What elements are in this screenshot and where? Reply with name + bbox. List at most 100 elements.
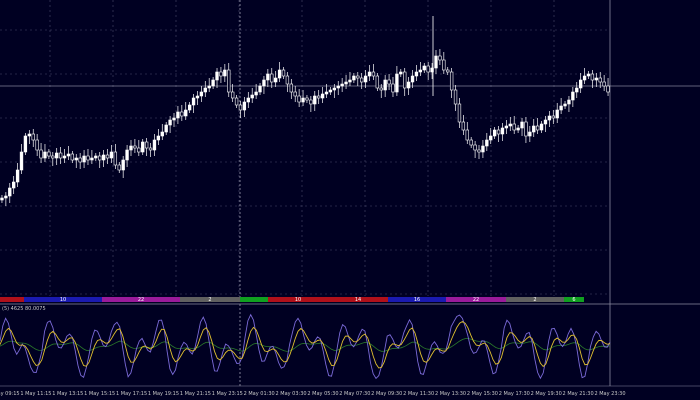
candle-body — [141, 141, 145, 153]
candle-body — [403, 71, 407, 89]
session-segment-label: 2 — [208, 297, 211, 303]
candle-body — [270, 73, 274, 83]
candle-body — [461, 121, 466, 131]
candle-body — [481, 145, 485, 153]
x-tick-label: 1 May 15:15 — [84, 391, 115, 397]
candle-body — [508, 123, 512, 127]
candle-body — [356, 75, 360, 79]
x-tick-label: 2 May 23:30 — [594, 391, 625, 397]
candle-body — [489, 135, 493, 141]
candle-body — [266, 73, 270, 81]
candle-body — [274, 77, 278, 83]
candle-body — [465, 129, 469, 141]
candle-body — [602, 81, 606, 87]
candle-body — [363, 75, 368, 83]
candle-body — [23, 135, 28, 153]
chart-svg: 102221014162226(5) 4625 80.00751 May 09:… — [0, 0, 700, 397]
candle-body — [187, 104, 192, 111]
candle-body — [234, 97, 239, 106]
candle-body — [512, 123, 516, 131]
x-tick-label: 1 May 23:15 — [212, 391, 243, 397]
candle-body — [446, 69, 450, 73]
candle-body — [418, 69, 423, 73]
session-segment-label: 2 — [533, 297, 536, 303]
candle-body — [383, 79, 387, 91]
candle-body — [539, 123, 544, 131]
candle-body — [309, 99, 313, 105]
candle-body — [535, 125, 540, 131]
candle-body — [305, 97, 309, 101]
session-segment-label: 6 — [572, 297, 575, 303]
candle-body — [340, 83, 344, 87]
candle-body — [532, 125, 536, 133]
session-segment-label: 22 — [138, 297, 144, 303]
candle-body — [332, 87, 336, 91]
session-segment-label: 10 — [60, 297, 66, 303]
candle-body — [242, 101, 247, 111]
candle-body — [55, 152, 59, 159]
candle-body — [109, 151, 114, 159]
candle-body — [250, 94, 254, 99]
candle-body — [371, 71, 376, 77]
candle-body — [35, 139, 39, 151]
candle-body — [473, 144, 477, 151]
candle-body — [164, 124, 168, 133]
candle-body — [543, 119, 548, 125]
x-tick-label: 1 May 13:15 — [52, 391, 83, 397]
session-segment-label: 14 — [355, 297, 361, 303]
candle-body — [43, 151, 47, 159]
candle-body — [191, 97, 196, 106]
session-segment — [240, 297, 268, 302]
candle-body — [176, 111, 180, 119]
x-tick-label: 2 May 19:30 — [531, 391, 562, 397]
candle-body — [203, 87, 207, 93]
candle-body — [524, 121, 528, 137]
x-tick-label: 1 May 17:15 — [116, 391, 147, 397]
candle-body — [82, 155, 86, 163]
candle-body — [320, 93, 325, 99]
candle-body — [90, 157, 94, 161]
candle-body — [582, 75, 587, 81]
x-tick-label: 1 May 09:15 — [0, 391, 20, 397]
candle-body — [129, 145, 133, 151]
candle-body — [438, 55, 442, 61]
candle-body — [367, 71, 372, 77]
session-segment — [0, 297, 24, 302]
candle-body — [285, 75, 290, 85]
x-tick-label: 2 May 03:30 — [275, 391, 306, 397]
candle-body — [516, 127, 520, 131]
candle-body — [579, 79, 583, 89]
x-tick-label: 2 May 17:30 — [499, 391, 530, 397]
candle-body — [277, 69, 282, 79]
x-tick-label: 1 May 11:15 — [20, 391, 51, 397]
x-tick-label: 2 May 07:30 — [339, 391, 370, 397]
candle-body — [387, 79, 391, 85]
candle-body — [8, 187, 12, 197]
candle-body — [133, 145, 137, 149]
candle-body — [324, 91, 329, 95]
candle-body — [293, 91, 297, 97]
candle-body — [313, 95, 317, 105]
candle-body — [105, 154, 110, 159]
candle-body — [199, 91, 204, 97]
candle-body — [184, 109, 188, 117]
candle-body — [399, 71, 403, 75]
session-segment-label: 22 — [473, 297, 479, 303]
candle-body — [586, 73, 591, 77]
candle-body — [74, 157, 78, 161]
candle-body — [98, 155, 102, 161]
candle-body — [395, 73, 399, 93]
candle-body — [598, 77, 602, 83]
candle-body — [152, 139, 157, 151]
candle-body — [414, 71, 419, 77]
candle-body — [422, 65, 426, 71]
candle-body — [47, 151, 51, 157]
candle-body — [301, 97, 305, 103]
candle-body — [504, 125, 509, 129]
candle-body — [19, 151, 24, 171]
candle-body — [94, 155, 98, 159]
candle-body — [406, 81, 411, 89]
session-segment-label: 16 — [414, 297, 420, 303]
candle-body — [70, 153, 75, 161]
candle-body — [520, 121, 524, 129]
